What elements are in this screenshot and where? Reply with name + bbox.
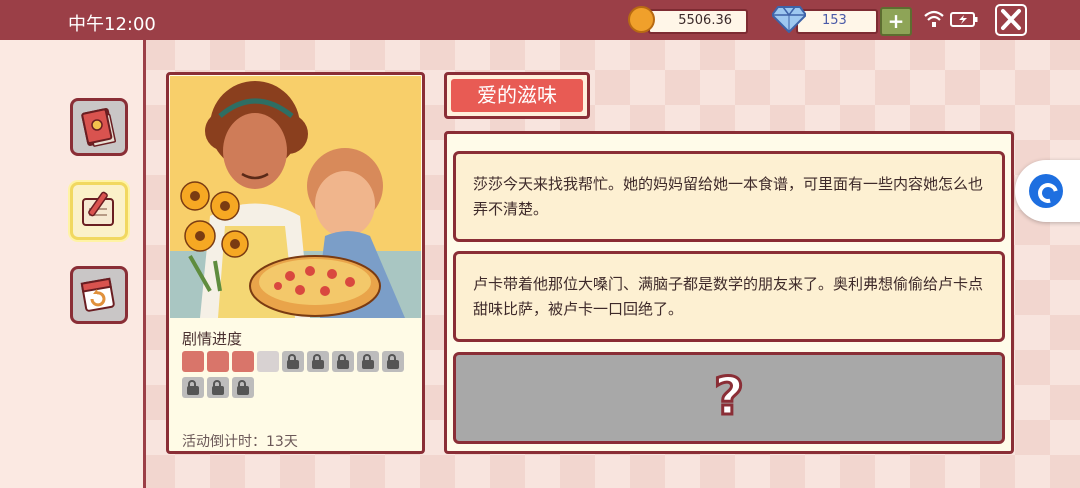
coin-icon xyxy=(628,6,655,33)
progress-slots-row-1 xyxy=(182,351,412,372)
progress-title: 剧情进度 xyxy=(182,330,243,348)
locked-story-entry[interactable]: ? xyxy=(453,352,1005,444)
recipe-book-button[interactable] xyxy=(70,98,128,156)
sidebar-divider xyxy=(143,40,146,488)
top-bar xyxy=(0,0,1080,40)
story-entry-text: 莎莎今天来找我帮忙。她的妈妈留给她一本食谱，可里面有一些内容她怎么也弄不清楚。 xyxy=(473,175,984,218)
progress-slot-completed[interactable] xyxy=(182,351,204,372)
plus-icon: + xyxy=(887,9,905,33)
lock-icon xyxy=(232,377,254,398)
gem-value: 153 xyxy=(822,13,847,28)
story-title-tab: 爱的滋味 xyxy=(444,72,590,119)
daily-calendar-button[interactable] xyxy=(70,266,128,324)
lock-icon xyxy=(307,351,329,372)
progress-slots-row-2 xyxy=(182,377,412,398)
floating-assistant-icon xyxy=(1029,174,1063,208)
story-scroll-icon xyxy=(82,191,114,226)
battery-icon xyxy=(950,12,978,27)
lock-icon xyxy=(382,351,404,372)
story-entry[interactable]: 卢卡带着他那位大嗓门、满脑子都是数学的朋友来了。奥利弗想偷偷给卢卡点甜味比萨，被… xyxy=(453,251,1005,342)
wifi-icon xyxy=(924,10,944,27)
diamond-icon xyxy=(772,6,806,33)
story-button[interactable] xyxy=(70,182,128,240)
lock-icon xyxy=(357,351,379,372)
coin-counter: 5506.36 xyxy=(648,9,748,34)
clock-time: 中午12:00 xyxy=(68,14,156,35)
progress-slot-completed[interactable] xyxy=(232,351,254,372)
recipe-book-icon xyxy=(81,108,117,147)
floating-assistant-button[interactable] xyxy=(1015,160,1080,222)
story-title: 爱的滋味 xyxy=(451,79,583,112)
story-entry[interactable]: 莎莎今天来找我帮忙。她的妈妈留给她一本食谱，可里面有一些内容她怎么也弄不清楚。 xyxy=(453,151,1005,242)
story-illustration xyxy=(170,76,421,318)
lock-icon xyxy=(207,377,229,398)
lock-icon xyxy=(182,377,204,398)
gem-counter: 153 xyxy=(796,9,878,34)
calendar-refresh-icon xyxy=(80,277,115,312)
coin-value: 5506.36 xyxy=(678,13,732,28)
close-icon xyxy=(1001,9,1021,30)
progress-slot-completed[interactable] xyxy=(207,351,229,372)
close-button[interactable] xyxy=(995,4,1027,36)
progress-slot-available[interactable] xyxy=(257,351,279,372)
add-gems-button[interactable]: + xyxy=(880,7,912,36)
story-entry-text: 卢卡带着他那位大嗓门、满脑子都是数学的朋友来了。奥利弗想偷偷给卢卡点甜味比萨，被… xyxy=(473,275,984,318)
lock-icon xyxy=(332,351,354,372)
question-mark-icon: ? xyxy=(712,366,745,429)
event-countdown: 活动倒计时：13天 xyxy=(182,434,298,450)
lock-icon xyxy=(282,351,304,372)
mother-and-child-illustration xyxy=(170,76,421,318)
